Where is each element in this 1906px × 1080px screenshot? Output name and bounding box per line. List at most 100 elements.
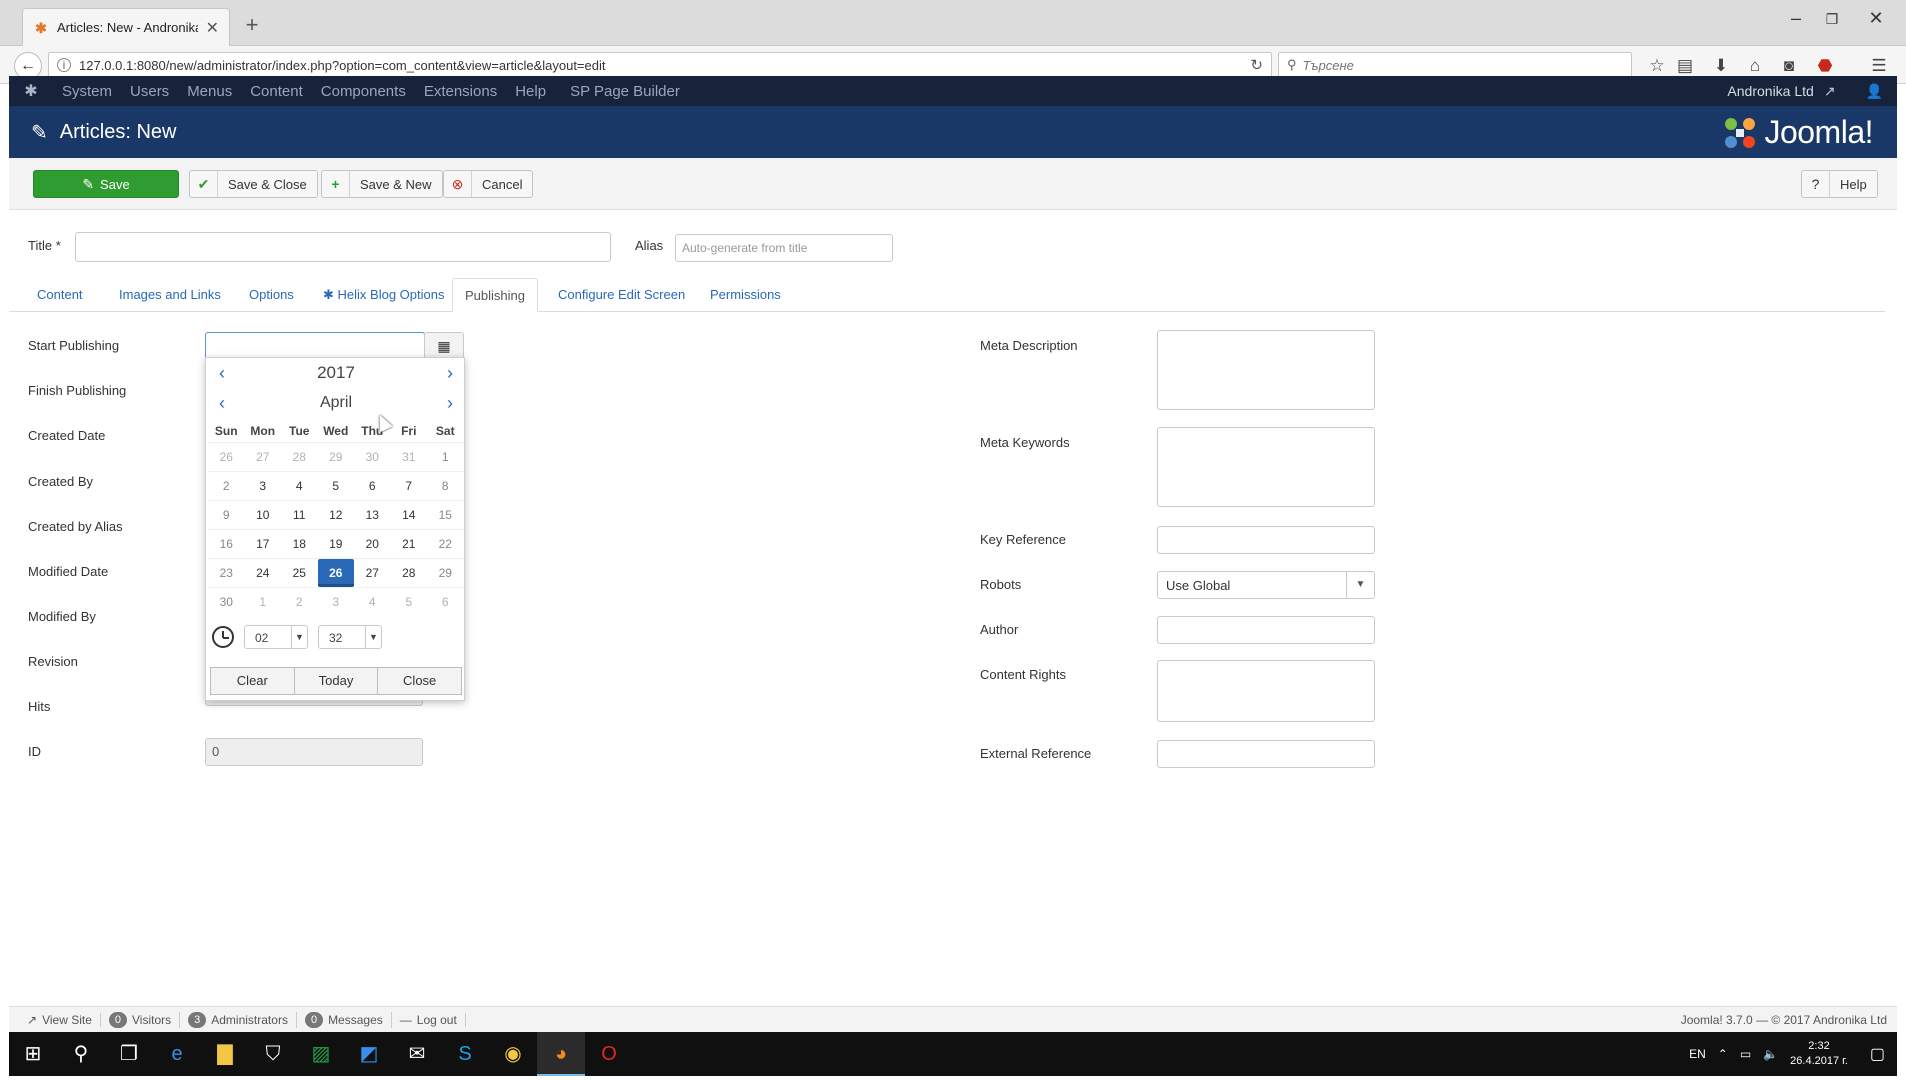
help-button[interactable]: ? Help bbox=[1801, 170, 1878, 198]
logout-link[interactable]: — Log out bbox=[392, 1012, 466, 1027]
adblock-icon[interactable]: ⬣ bbox=[1812, 56, 1838, 76]
clear-button[interactable]: Clear bbox=[210, 667, 295, 695]
cancel-button[interactable]: ⊗ Cancel bbox=[443, 170, 534, 198]
robots-select[interactable]: Use Global ▼ bbox=[1157, 571, 1375, 599]
url-text[interactable]: 127.0.0.1:8080/new/administrator/index.p… bbox=[79, 58, 1242, 73]
prev-year-icon[interactable]: ‹ bbox=[210, 360, 234, 386]
hamburger-menu-icon[interactable]: ☰ bbox=[1866, 56, 1892, 76]
today-button[interactable]: Today bbox=[294, 667, 379, 695]
menu-help[interactable]: Help bbox=[506, 83, 555, 100]
tab-images-links[interactable]: Images and Links bbox=[107, 278, 233, 312]
calendar-day[interactable]: 21 bbox=[391, 530, 428, 558]
calendar-day[interactable]: 5 bbox=[391, 588, 428, 616]
skype-icon[interactable]: S bbox=[441, 1032, 489, 1076]
calendar-day[interactable]: 31 bbox=[391, 443, 428, 471]
chevron-up-icon[interactable]: ⌃ bbox=[1718, 1047, 1728, 1061]
visitors-status[interactable]: 0 Visitors bbox=[101, 1011, 181, 1028]
language-indicator[interactable]: EN bbox=[1689, 1047, 1706, 1061]
calendar-day[interactable]: 1 bbox=[245, 588, 282, 616]
calendar-day[interactable]: 3 bbox=[318, 588, 355, 616]
notification-icon[interactable]: ▢ bbox=[1870, 1044, 1885, 1064]
tab-publishing[interactable]: Publishing bbox=[452, 278, 538, 312]
home-icon[interactable]: ⌂ bbox=[1742, 56, 1768, 76]
menu-sp-page-builder[interactable]: SP Page Builder bbox=[561, 83, 689, 100]
calendar-day[interactable]: 20 bbox=[354, 530, 391, 558]
calendar-day[interactable]: 28 bbox=[281, 443, 318, 471]
minimize-icon[interactable]: – bbox=[1776, 8, 1816, 29]
calendar-day[interactable]: 11 bbox=[281, 501, 318, 529]
file-explorer-icon[interactable]: ▇ bbox=[201, 1032, 249, 1076]
reading-list-icon[interactable]: ▤ bbox=[1672, 56, 1698, 76]
info-icon[interactable]: i bbox=[57, 58, 71, 72]
calendar-day[interactable]: 10 bbox=[245, 501, 282, 529]
meta-keywords-textarea[interactable] bbox=[1157, 427, 1375, 507]
calendar-day[interactable]: 24 bbox=[245, 559, 282, 587]
calendar-day[interactable]: 22 bbox=[427, 530, 464, 558]
calendar-day[interactable]: 9 bbox=[208, 501, 245, 529]
tab-configure-edit-screen[interactable]: Configure Edit Screen bbox=[546, 278, 697, 312]
bookmark-star-icon[interactable]: ☆ bbox=[1644, 56, 1670, 76]
messages-status[interactable]: 0 Messages bbox=[297, 1011, 392, 1028]
calendar-day-selected[interactable]: 26 bbox=[317, 559, 354, 587]
network-icon[interactable]: ▭ bbox=[1740, 1047, 1751, 1061]
calendar-day[interactable]: 5 bbox=[318, 472, 355, 500]
calendar-day[interactable]: 18 bbox=[281, 530, 318, 558]
meta-description-textarea[interactable] bbox=[1157, 330, 1375, 410]
save-new-button[interactable]: + Save & New bbox=[321, 170, 443, 198]
calendar-day[interactable]: 4 bbox=[281, 472, 318, 500]
opera-icon[interactable]: O bbox=[585, 1032, 633, 1076]
calendar-day[interactable]: 1 bbox=[427, 443, 464, 471]
joomla-logo-icon[interactable]: ✱ bbox=[9, 81, 53, 101]
calendar-day[interactable]: 4 bbox=[354, 588, 391, 616]
task-view-icon[interactable]: ❐ bbox=[105, 1032, 153, 1076]
next-month-icon[interactable]: › bbox=[438, 390, 462, 416]
restore-icon[interactable]: ❐ bbox=[1812, 11, 1852, 28]
window-close-icon[interactable]: ✕ bbox=[1856, 8, 1896, 29]
calendar-day[interactable]: 12 bbox=[318, 501, 355, 529]
view-site-link[interactable]: ↗ View Site bbox=[19, 1012, 101, 1027]
volume-icon[interactable]: 🔈 bbox=[1763, 1047, 1778, 1061]
app-icon[interactable]: ◩ bbox=[345, 1032, 393, 1076]
calendar-day[interactable]: 3 bbox=[245, 472, 282, 500]
browser-search-input[interactable] bbox=[1302, 57, 1623, 73]
save-close-button[interactable]: ✔ Save & Close bbox=[189, 170, 318, 198]
pocket-icon[interactable]: ◙ bbox=[1776, 56, 1802, 76]
site-name-link[interactable]: Andronika Ltd bbox=[1727, 83, 1813, 99]
calendar-day[interactable]: 15 bbox=[427, 501, 464, 529]
calendar-day[interactable]: 6 bbox=[354, 472, 391, 500]
store-icon[interactable]: ⛉ bbox=[249, 1032, 297, 1076]
menu-components[interactable]: Components bbox=[312, 83, 415, 100]
calendar-day[interactable]: 26 bbox=[208, 443, 245, 471]
url-bar[interactable]: i 127.0.0.1:8080/new/administrator/index… bbox=[48, 52, 1272, 78]
calendar-day[interactable]: 23 bbox=[208, 559, 245, 587]
firefox-icon[interactable]: ◕ bbox=[537, 1032, 585, 1076]
browser-tab[interactable]: ✱ Articles: New - Andronika ... ✕ bbox=[22, 8, 230, 46]
download-icon[interactable]: ⬇ bbox=[1708, 56, 1734, 76]
calendar-day[interactable]: 29 bbox=[427, 559, 464, 587]
mail-icon[interactable]: ✉ bbox=[393, 1032, 441, 1076]
calendar-day[interactable]: 17 bbox=[245, 530, 282, 558]
calendar-button[interactable]: ▦ bbox=[424, 332, 464, 360]
tab-helix-blog-options[interactable]: ✱ Helix Blog Options bbox=[311, 278, 456, 312]
windows-start-icon[interactable]: ⊞ bbox=[9, 1032, 57, 1076]
external-reference-input[interactable] bbox=[1157, 740, 1375, 768]
tab-content[interactable]: Content bbox=[25, 278, 95, 312]
calendar-day[interactable]: 8 bbox=[427, 472, 464, 500]
menu-system[interactable]: System bbox=[53, 83, 121, 100]
minute-select[interactable]: 32 ▼ bbox=[318, 625, 382, 649]
hour-select[interactable]: 02 ▼ bbox=[244, 625, 308, 649]
administrators-status[interactable]: 3 Administrators bbox=[180, 1011, 297, 1028]
calendar-day[interactable]: 29 bbox=[318, 443, 355, 471]
user-icon[interactable]: 👤 bbox=[1866, 83, 1883, 100]
calendar-day[interactable]: 25 bbox=[281, 559, 318, 587]
content-rights-textarea[interactable] bbox=[1157, 660, 1375, 722]
calendar-day[interactable]: 6 bbox=[427, 588, 464, 616]
calendar-day[interactable]: 30 bbox=[354, 443, 391, 471]
key-reference-input[interactable] bbox=[1157, 526, 1375, 554]
calendar-day[interactable]: 16 bbox=[208, 530, 245, 558]
calendar-day[interactable]: 28 bbox=[391, 559, 428, 587]
next-year-icon[interactable]: › bbox=[438, 360, 462, 386]
calendar-day[interactable]: 13 bbox=[354, 501, 391, 529]
calendar-day[interactable]: 14 bbox=[391, 501, 428, 529]
tab-options[interactable]: Options bbox=[237, 278, 306, 312]
